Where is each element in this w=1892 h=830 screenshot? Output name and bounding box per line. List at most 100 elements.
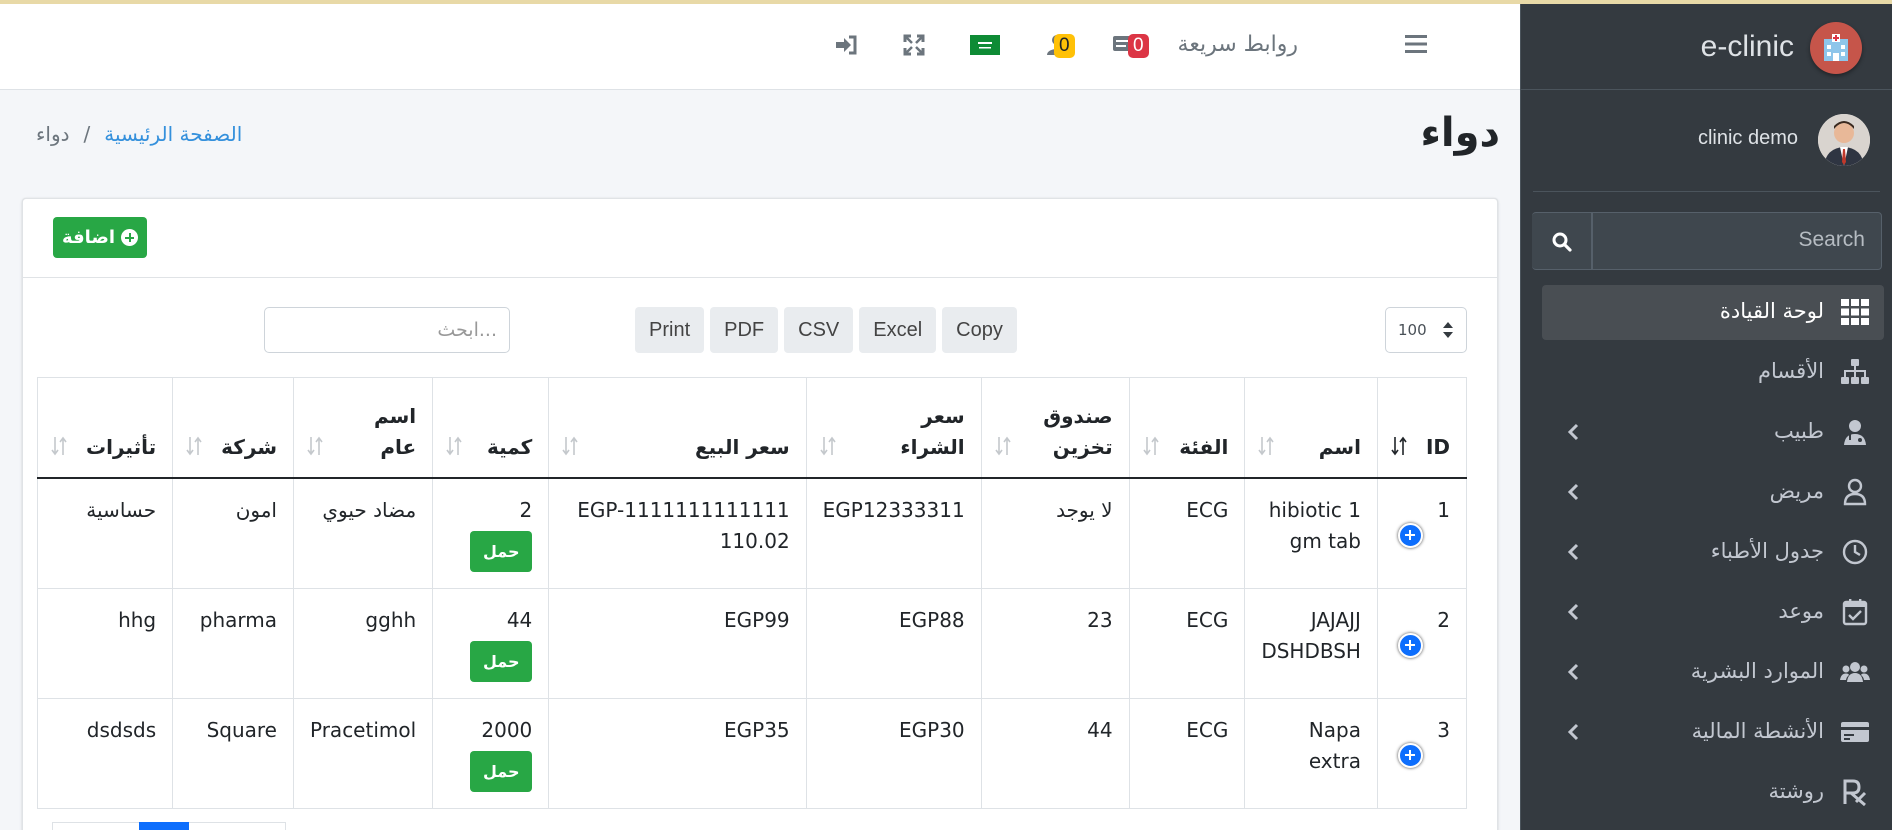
cell-effects: hhg <box>36 587 174 699</box>
chevron-left-icon <box>1567 483 1579 501</box>
cell-sale-price: EGP99 <box>548 587 807 699</box>
sidebar-item-appointment[interactable]: موعد <box>1542 585 1884 640</box>
column-header-storage-box[interactable]: صندوق تخزين <box>980 377 1130 479</box>
excel-button[interactable]: Excel <box>859 307 937 353</box>
pagination-active-page[interactable] <box>139 822 189 830</box>
cell-id: 2 <box>1376 587 1468 699</box>
sidebar-item-dashboard[interactable]: لوحة القيادة <box>1542 285 1884 340</box>
sitemap-icon <box>1841 359 1869 384</box>
user-avatar <box>1818 114 1870 166</box>
column-header-sale-price[interactable]: سعر البيع <box>548 377 807 479</box>
top-navbar: روابط سريعة 0 0 <box>0 4 1520 90</box>
window-top-border <box>0 0 1892 4</box>
medicine-card: اضافة 100 Print PDF CSV Excel Copy ابحث.… <box>22 198 1498 830</box>
brand[interactable]: e-clinic <box>1521 4 1892 90</box>
add-medicine-button[interactable]: اضافة <box>53 217 147 258</box>
cell-name: hibiotic 1 gm tab <box>1244 477 1378 589</box>
saudi-flag-icon[interactable] <box>970 35 1000 59</box>
cell-company: pharma <box>172 587 294 699</box>
sidebar-item-departments[interactable]: الأقسام <box>1542 345 1884 400</box>
table-search-input[interactable]: ابحث... <box>264 307 510 353</box>
cell-quantity: 2 حمل <box>432 477 550 589</box>
card-header: اضافة <box>23 199 1497 278</box>
print-button[interactable]: Print <box>635 307 705 353</box>
users-icon <box>1840 662 1870 682</box>
sort-icon <box>186 436 202 455</box>
column-header-id[interactable]: ID <box>1376 377 1468 479</box>
sort-arrows-icon <box>1443 322 1453 338</box>
column-header-company[interactable]: شركة <box>172 377 294 479</box>
column-header-category[interactable]: الفئة <box>1128 377 1246 479</box>
add-button-label: اضافة <box>61 227 116 248</box>
column-header-generic-name[interactable]: اسم عام <box>292 377 434 479</box>
cell-quantity: 2000 حمل <box>432 697 550 809</box>
breadcrumb-separator: / <box>83 122 91 146</box>
cell-purchase-price: EGP88 <box>805 587 982 699</box>
load-button[interactable]: حمل <box>470 640 533 682</box>
messages-count-badge: 0 <box>1128 34 1149 58</box>
sort-icon <box>1258 436 1274 455</box>
load-button[interactable]: حمل <box>470 750 533 792</box>
expand-row-icon[interactable] <box>1397 632 1423 658</box>
cell-purchase-price: EGP30 <box>805 697 982 809</box>
logout-icon[interactable] <box>835 35 857 59</box>
calendar-check-icon <box>1842 599 1868 626</box>
column-header-quantity[interactable]: كمية <box>432 377 550 479</box>
quick-links-menu[interactable]: روابط سريعة <box>1178 32 1298 57</box>
medicine-table: ID اسم الفئة صندوق تخزين سعر الشراء سعر … <box>36 377 1468 809</box>
csv-button[interactable]: CSV <box>784 307 854 353</box>
fullscreen-icon[interactable] <box>903 34 925 60</box>
cell-name: JAJAJJ DSHDBSH <box>1244 587 1378 699</box>
sidebar-search-input[interactable]: Search <box>1592 212 1882 270</box>
chevron-left-icon <box>1567 603 1579 621</box>
plus-circle-icon <box>121 229 139 246</box>
column-header-effects[interactable]: تأثيرات <box>36 377 174 479</box>
cell-category: ECG <box>1128 587 1246 699</box>
sidebar-item-human-resources[interactable]: الموارد البشرية <box>1542 645 1884 700</box>
sidebar-item-prescription[interactable]: روشتة <box>1542 765 1884 820</box>
cell-storage: 23 <box>980 587 1130 699</box>
expand-row-icon[interactable] <box>1397 742 1423 768</box>
cell-generic-name: gghh <box>292 587 434 699</box>
cell-effects: dsdsds <box>36 697 174 809</box>
notifications-count-badge: 0 <box>1054 34 1075 58</box>
copy-button[interactable]: Copy <box>942 307 1017 353</box>
cell-generic-name: Pracetimol <box>292 697 434 809</box>
sidebar-item-doctor[interactable]: طبيب <box>1542 405 1884 460</box>
cell-sale-price: EGP35 <box>548 697 807 809</box>
user-panel[interactable]: clinic demo <box>1533 90 1880 192</box>
sort-icon <box>1142 436 1159 455</box>
table-header-row: ID اسم الفئة صندوق تخزين سعر الشراء سعر … <box>36 377 1468 479</box>
sort-icon <box>995 436 1011 455</box>
chevron-left-icon <box>1567 663 1579 681</box>
pdf-button[interactable]: PDF <box>710 307 779 353</box>
user-icon <box>1843 478 1867 506</box>
cell-category: ECG <box>1128 697 1246 809</box>
breadcrumb: الصفحة الرئيسية / دواء <box>36 122 242 146</box>
cell-effects: حساسية <box>36 477 174 589</box>
sidebar: e-clinic clinic demo Search لوحة القيادة… <box>1520 4 1892 830</box>
load-button[interactable]: حمل <box>470 530 533 572</box>
sort-icon <box>446 436 462 455</box>
cell-quantity: 44 حمل <box>432 587 550 699</box>
page-length-value: 100 <box>1398 321 1427 339</box>
column-header-name[interactable]: اسم <box>1244 377 1378 479</box>
sidebar-item-doctor-schedule[interactable]: جدول الأطباء <box>1542 525 1884 580</box>
cell-generic-name: مضاد حيوي <box>292 477 434 589</box>
sidebar-item-financial-activities[interactable]: الأنشطة المالية <box>1542 705 1884 760</box>
export-buttons: Print PDF CSV Excel Copy <box>635 307 1017 353</box>
sort-icon <box>820 436 836 455</box>
table-row: 1 hibiotic 1 gm tab ECG لا يوجد EGP12333… <box>36 477 1468 589</box>
cell-company: Square <box>172 697 294 809</box>
hamburger-menu-icon[interactable] <box>1405 34 1427 58</box>
sidebar-search-button[interactable] <box>1532 212 1592 270</box>
expand-row-icon[interactable] <box>1397 522 1423 548</box>
cell-purchase-price: EGP12333311 <box>805 477 982 589</box>
sort-icon <box>307 436 323 455</box>
clock-icon <box>1842 539 1868 565</box>
breadcrumb-home-link[interactable]: الصفحة الرئيسية <box>104 122 242 146</box>
table-row: 3 Napa extra ECG 44 EGP30 EGP35 2000 حمل … <box>36 697 1468 809</box>
page-length-select[interactable]: 100 <box>1385 307 1467 353</box>
sidebar-item-patient[interactable]: مريض <box>1542 465 1884 520</box>
column-header-purchase-price[interactable]: سعر الشراء <box>805 377 982 479</box>
